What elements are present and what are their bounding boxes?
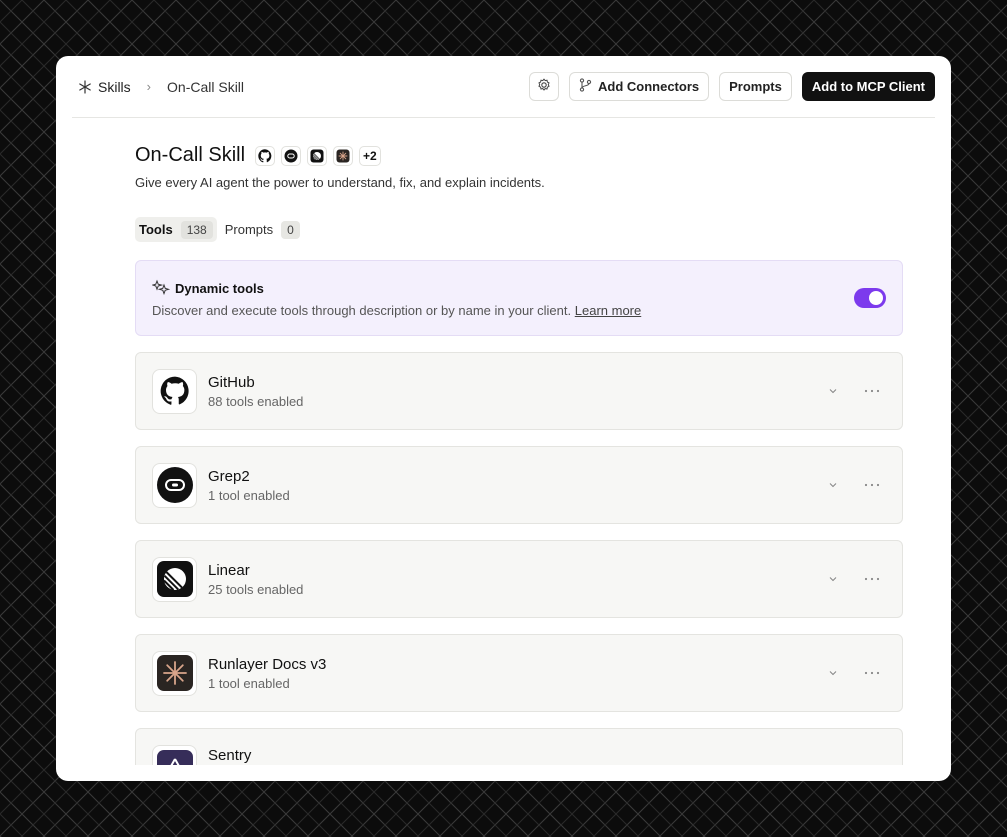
- header-actions: Add Connectors Prompts Add to MCP Client: [529, 72, 935, 101]
- more-connectors-badge: +2: [359, 145, 381, 166]
- more-options-icon[interactable]: [864, 577, 880, 581]
- connector-actions: [828, 635, 880, 711]
- main-content: On-Call Skill +2 Give every AI agent the…: [135, 118, 903, 765]
- connector-status: 1 tool enabled: [208, 487, 290, 503]
- page-title: On-Call Skill: [135, 144, 246, 166]
- connector-name: Runlayer Docs v3: [208, 655, 327, 673]
- runlayer-mini-icon: [333, 145, 354, 166]
- github-mini-icon: [255, 145, 276, 166]
- connector-text: GitHub 88 tools enabled: [208, 374, 303, 409]
- dynamic-tools-description: Discover and execute tools through descr…: [152, 303, 886, 318]
- settings-button[interactable]: [529, 72, 559, 101]
- chevron-down-icon[interactable]: [828, 388, 838, 394]
- chevron-right-icon: ›: [146, 79, 152, 94]
- connector-actions: [828, 353, 880, 429]
- gear-icon: [537, 78, 551, 95]
- add-connectors-button[interactable]: Add Connectors: [569, 72, 710, 101]
- connector-status: 25 tools enabled: [208, 581, 304, 597]
- dynamic-tools-text: Discover and execute tools through descr…: [152, 303, 572, 318]
- tab-bar: Tools 138 Prompts 0: [135, 217, 903, 242]
- grep2-icon: [152, 462, 197, 508]
- toggle-knob: [869, 291, 883, 305]
- breadcrumb-skills[interactable]: Skills: [98, 79, 131, 95]
- linear-mini-icon: [307, 145, 328, 166]
- github-icon: [152, 368, 197, 414]
- connector-status: 88 tools enabled: [208, 393, 304, 409]
- dynamic-tools-title: Dynamic tools: [175, 281, 264, 296]
- add-to-mcp-client-button[interactable]: Add to MCP Client: [801, 72, 935, 101]
- learn-more-link[interactable]: Learn more: [575, 303, 641, 318]
- dynamic-tools-heading: Dynamic tools: [151, 279, 886, 298]
- connector-actions: [828, 541, 880, 617]
- app-window: Skills › On-Call Skill Add Connectors Pr…: [56, 56, 951, 781]
- more-options-icon[interactable]: [864, 389, 880, 393]
- grep2-mini-icon: [281, 145, 302, 166]
- tab-label: Prompts: [224, 222, 274, 237]
- dynamic-tools-toggle[interactable]: [854, 288, 886, 308]
- runlayer-icon: [152, 650, 197, 696]
- connector-name: Grep2: [208, 467, 250, 485]
- connector-text: Grep2 1 tool enabled: [208, 468, 290, 503]
- more-options-icon[interactable]: [864, 671, 880, 675]
- breadcrumb: Skills › On-Call Skill: [72, 79, 244, 95]
- connector-card-sentry[interactable]: Sentry: [135, 728, 903, 765]
- page-description: Give every AI agent the power to underst…: [135, 175, 545, 190]
- tab-prompts[interactable]: Prompts 0: [221, 217, 304, 242]
- connector-text: Sentry: [208, 747, 251, 764]
- connector-name: GitHub: [208, 373, 255, 391]
- sparkle-icon: [151, 279, 171, 298]
- git-branch-icon: [579, 78, 592, 95]
- connector-text: Runlayer Docs v3 1 tool enabled: [208, 656, 326, 691]
- asterisk-icon: [78, 79, 92, 94]
- add-mcp-label: Add to MCP Client: [811, 79, 925, 94]
- connector-actions: [828, 447, 880, 523]
- connector-name: Linear: [208, 561, 250, 579]
- connector-card-github[interactable]: GitHub 88 tools enabled: [135, 352, 903, 430]
- connector-text: Linear 25 tools enabled: [208, 562, 303, 597]
- linear-icon: [152, 556, 197, 602]
- breadcrumb-current: On-Call Skill: [167, 78, 245, 95]
- sentry-icon: [152, 745, 197, 765]
- chevron-down-icon[interactable]: [828, 576, 838, 582]
- tab-count: 138: [180, 220, 213, 239]
- title-row: On-Call Skill +2: [135, 144, 903, 167]
- add-connectors-label: Add Connectors: [598, 79, 700, 94]
- top-bar: Skills › On-Call Skill Add Connectors Pr…: [72, 56, 935, 118]
- connector-card-runlayer-docs[interactable]: Runlayer Docs v3 1 tool enabled: [135, 634, 903, 712]
- chevron-down-icon[interactable]: [828, 670, 838, 676]
- tab-label: Tools: [139, 222, 173, 237]
- dynamic-tools-panel: Dynamic tools Discover and execute tools…: [135, 260, 903, 336]
- tab-count: 0: [281, 220, 300, 239]
- prompts-button[interactable]: Prompts: [719, 72, 792, 101]
- prompts-label: Prompts: [729, 79, 782, 94]
- connector-status: 1 tool enabled: [208, 675, 290, 691]
- tab-tools[interactable]: Tools 138: [135, 217, 217, 242]
- chevron-down-icon[interactable]: [828, 482, 838, 488]
- connector-card-grep2[interactable]: Grep2 1 tool enabled: [135, 446, 903, 524]
- more-options-icon[interactable]: [864, 483, 880, 487]
- connector-card-linear[interactable]: Linear 25 tools enabled: [135, 540, 903, 618]
- connector-name: Sentry: [208, 747, 252, 764]
